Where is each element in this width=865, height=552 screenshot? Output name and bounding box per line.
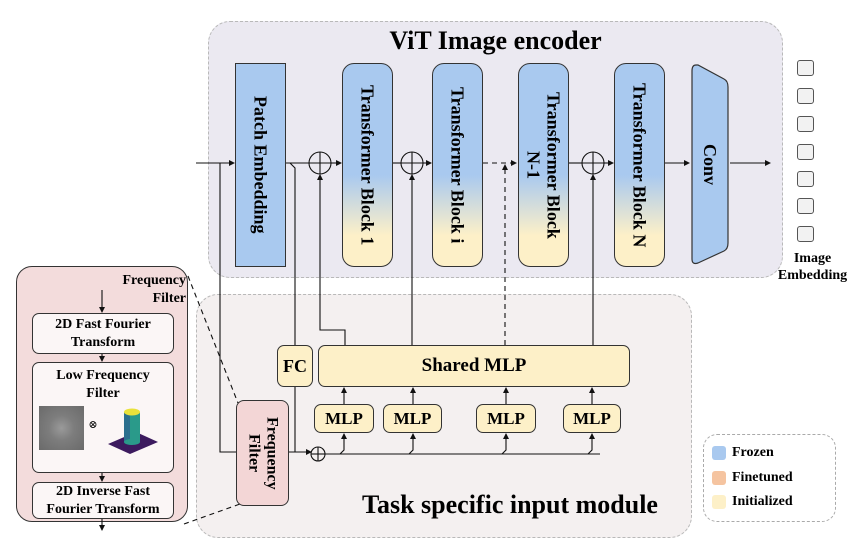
frequency-filter-block: Frequency Filter [236,400,289,506]
shared-mlp-block: Shared MLP [318,345,630,387]
fft-step: 2D Fast Fourier Transform [32,313,174,354]
transformer-block-n-1-label: Transformer Block N-1 [523,91,564,239]
legend-item-initialized: Initialized [712,492,793,512]
legend-label-initialized: Initialized [732,494,793,509]
transformer-block-1: Transformer Block 1 [342,63,393,267]
legend-swatch-finetuned [712,471,726,485]
transformer-block-n: Transformer Block N [614,63,665,267]
conv-label-wrap: Conv [690,63,730,267]
frequency-spectrum-image [39,406,84,450]
transformer-block-1-label: Transformer Block 1 [357,84,378,246]
patch-embedding-block: Patch Embedding [235,63,286,267]
mlp-block-1: MLP [314,404,374,433]
mlp-block-2: MLP [383,404,442,433]
cylinder-mask-plot-icon [108,408,158,454]
fc-block: FC [277,345,313,387]
task-module-title: Task specific input module [362,490,658,519]
legend-swatch-initialized [712,495,726,509]
embedding-token [797,198,814,214]
frequency-filter-block-label: Frequency Filter [245,416,281,490]
conv-label: Conv [700,144,720,186]
mlp-block-4: MLP [563,404,621,433]
transformer-block-n-label: Transformer Block N [629,82,650,248]
legend-swatch-frozen [712,446,726,460]
embedding-token [797,226,814,242]
multiply-operator-icon: ⊗ [88,419,98,431]
low-frequency-filter-label: Low Frequency Filter [56,368,150,401]
embedding-token [797,60,814,76]
embedding-token [797,116,814,132]
legend-label-frozen: Frozen [732,445,774,460]
embedding-token [797,171,814,187]
mlp-block-3: MLP [476,404,536,433]
patch-embedding-label: Patch Embedding [250,96,271,234]
legend-item-frozen: Frozen [712,443,774,463]
transformer-block-n-1: Transformer Block N-1 [518,63,569,267]
image-embedding-label: Image Embedding [777,251,848,283]
legend-label-finetuned: Finetuned [732,470,793,485]
frequency-filter-panel-title: Frequency Filter [122,273,186,306]
transformer-block-i-label: Transformer Block i [447,86,468,244]
legend-item-finetuned: Finetuned [712,468,793,488]
embedding-token [797,88,814,104]
vit-encoder-title: ViT Image encoder [389,26,602,55]
inverse-fft-step: 2D Inverse Fast Fourier Transform [32,482,174,519]
embedding-token [797,144,814,160]
transformer-block-i: Transformer Block i [432,63,483,267]
